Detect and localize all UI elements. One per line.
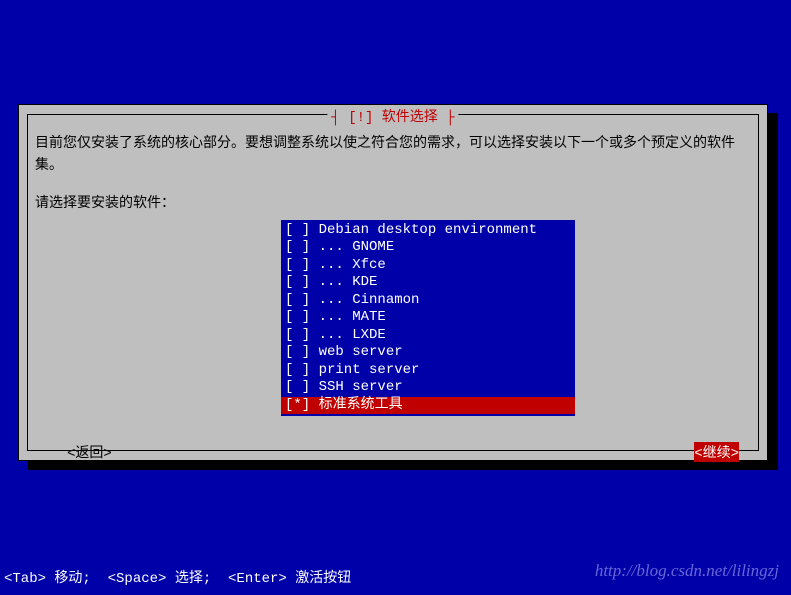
list-item[interactable]: [ ] SSH server: [281, 379, 575, 397]
list-item[interactable]: [*] 标准系统工具: [281, 397, 575, 415]
list-item[interactable]: [ ] Debian desktop environment: [281, 222, 575, 240]
prompt-text: 请选择要安装的软件：: [35, 192, 751, 212]
list-item[interactable]: [ ] ... KDE: [281, 274, 575, 292]
list-item[interactable]: [ ] ... Xfce: [281, 257, 575, 275]
status-bar: <Tab> 移动; <Space> 选择; <Enter> 激活按钮: [4, 567, 351, 587]
list-item[interactable]: [ ] ... LXDE: [281, 327, 575, 345]
list-item[interactable]: [ ] ... MATE: [281, 309, 575, 327]
list-item[interactable]: [ ] web server: [281, 344, 575, 362]
back-button[interactable]: <返回>: [67, 442, 112, 462]
watermark: http://blog.csdn.net/lilingzj: [595, 561, 779, 581]
software-list[interactable]: [ ] Debian desktop environment[ ] ... GN…: [281, 220, 575, 417]
list-item[interactable]: [ ] ... Cinnamon: [281, 292, 575, 310]
dialog-title: ┤ [!] 软件选择 ├: [327, 106, 458, 126]
software-selection-dialog: ┤ [!] 软件选择 ├ 目前您仅安装了系统的核心部分。要想调整系统以使之符合您…: [18, 104, 768, 461]
continue-button[interactable]: <继续>: [694, 442, 739, 462]
dialog-content: 目前您仅安装了系统的核心部分。要想调整系统以使之符合您的需求，可以选择安装以下一…: [35, 133, 751, 416]
intro-text: 目前您仅安装了系统的核心部分。要想调整系统以使之符合您的需求，可以选择安装以下一…: [35, 133, 751, 178]
list-item[interactable]: [ ] print server: [281, 362, 575, 380]
list-item[interactable]: [ ] ... GNOME: [281, 239, 575, 257]
